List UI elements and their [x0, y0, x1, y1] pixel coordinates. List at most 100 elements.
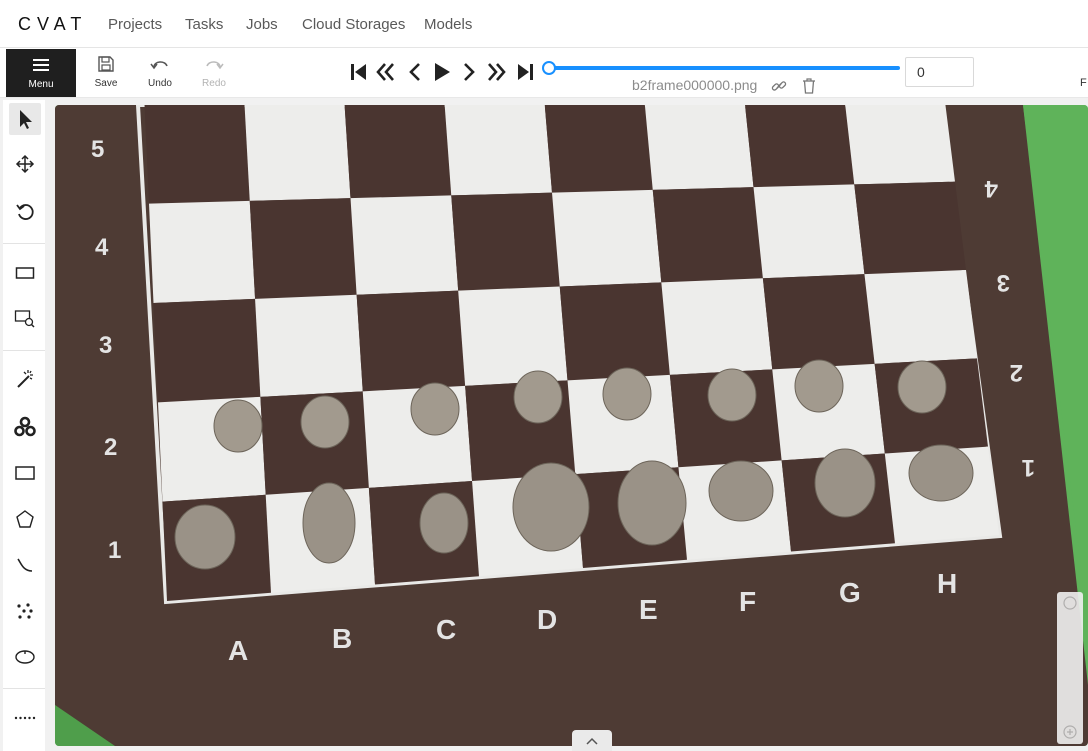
nav-cloud-storages[interactable]: Cloud Storages	[302, 16, 405, 33]
save-label: Save	[94, 78, 118, 89]
board-square	[451, 192, 560, 291]
fit-image-tool[interactable]	[9, 257, 41, 289]
file-label: C	[436, 614, 456, 645]
frame-number-input[interactable]: 0	[905, 57, 974, 87]
board-square	[559, 282, 670, 381]
zoom-in-icon[interactable]	[1063, 725, 1077, 739]
rectangle-tool[interactable]	[9, 457, 41, 489]
file-label: A	[228, 635, 248, 666]
chess-piece	[512, 462, 590, 552]
chess-piece	[707, 368, 757, 422]
zoom-region-tool[interactable]	[9, 303, 41, 335]
cvat-logo[interactable]: CVAT	[18, 12, 86, 36]
board-square	[652, 187, 763, 283]
rank-label: 5	[91, 136, 104, 163]
board-square	[458, 286, 568, 386]
zoom-region-icon	[14, 310, 35, 328]
nav-models[interactable]: Models	[424, 16, 472, 33]
top-navigation: CVAT Projects Tasks Jobs Cloud Storages …	[0, 0, 1088, 48]
first-frame-icon[interactable]	[348, 60, 370, 84]
file-label: F	[739, 586, 756, 617]
cursor-tool[interactable]	[9, 103, 41, 135]
next-frame-icon[interactable]	[458, 60, 480, 84]
chess-piece	[300, 395, 350, 449]
rank-label: 4	[95, 234, 109, 261]
rank-label: 4	[984, 175, 998, 202]
frame-filename: b2frame000000.png	[632, 77, 758, 93]
board-square	[544, 105, 653, 193]
nav-jobs[interactable]: Jobs	[246, 16, 278, 33]
chessboard-image: 5 4 3 2 1 4 3 2 1 A B C D E F G H	[55, 105, 1088, 746]
opencv-icon	[14, 416, 36, 437]
controls-sidebar	[3, 100, 45, 751]
board-square	[356, 290, 466, 392]
rank-label: 2	[104, 434, 117, 461]
board-square	[344, 105, 452, 199]
chess-piece	[302, 482, 356, 564]
save-icon	[98, 56, 114, 72]
play-icon[interactable]	[431, 60, 453, 84]
opencv-tool[interactable]	[9, 411, 41, 443]
forward-step-icon[interactable]	[486, 60, 508, 84]
points-tool[interactable]	[9, 595, 41, 627]
polyline-tool[interactable]	[9, 549, 41, 581]
rotate-tool[interactable]	[9, 196, 41, 228]
more-tools[interactable]	[9, 702, 41, 734]
backward-step-icon[interactable]	[374, 60, 396, 84]
board-square	[350, 195, 459, 295]
redo-label: Redo	[202, 78, 226, 89]
fit-image-icon	[15, 267, 35, 279]
ellipse-icon	[15, 650, 35, 664]
board-square	[845, 105, 955, 185]
board-square	[864, 270, 977, 364]
board-square	[255, 294, 363, 397]
toolbar-divider	[3, 350, 45, 351]
objects-panel-toggle[interactable]	[572, 730, 612, 751]
polygon-tool[interactable]	[9, 503, 41, 535]
move-tool[interactable]	[9, 148, 41, 180]
header-truncated-label: F	[1080, 77, 1087, 89]
nav-projects[interactable]: Projects	[108, 16, 162, 33]
rank-label: 3	[997, 269, 1010, 296]
hamburger-icon	[33, 59, 49, 71]
annotation-canvas[interactable]: 5 4 3 2 1 4 3 2 1 A B C D E F G H	[55, 105, 1088, 746]
rank-label: 1	[1022, 454, 1035, 481]
board-square	[144, 105, 250, 204]
magic-wand-tool[interactable]	[9, 363, 41, 395]
redo-button[interactable]: Redo	[189, 54, 239, 94]
rank-label: 2	[1010, 359, 1023, 386]
board-square	[661, 278, 773, 375]
chess-piece	[174, 504, 236, 570]
polyline-icon	[17, 558, 33, 572]
chess-piece	[410, 382, 460, 436]
redo-icon	[206, 61, 224, 70]
previous-frame-icon[interactable]	[404, 60, 426, 84]
rank-label: 3	[99, 332, 112, 359]
menu-button[interactable]: Menu	[6, 49, 76, 97]
polygon-icon	[16, 510, 34, 528]
cursor-icon	[20, 110, 32, 129]
save-button[interactable]: Save	[81, 54, 131, 94]
board-square	[249, 198, 357, 299]
chess-piece	[513, 370, 563, 424]
zoom-out-icon[interactable]	[1063, 596, 1077, 610]
delete-frame-icon[interactable]	[802, 78, 816, 94]
rotate-icon	[16, 204, 34, 220]
rectangle-icon	[15, 466, 35, 480]
chess-piece	[814, 448, 876, 518]
board-square	[753, 184, 865, 279]
chevron-up-icon	[586, 737, 598, 745]
copy-link-icon[interactable]	[771, 78, 787, 94]
frame-slider-track[interactable]	[549, 66, 900, 70]
board-square	[149, 200, 256, 303]
undo-button[interactable]: Undo	[135, 54, 185, 94]
nav-tasks[interactable]: Tasks	[185, 16, 223, 33]
ellipse-tool[interactable]	[9, 641, 41, 673]
chess-piece	[602, 367, 652, 421]
menu-label: Menu	[28, 79, 54, 90]
frame-slider-handle[interactable]	[542, 61, 556, 75]
last-frame-icon[interactable]	[514, 60, 536, 84]
canvas-zoom-scrollbar[interactable]	[1057, 592, 1083, 744]
toolbar-divider	[3, 688, 45, 689]
undo-label: Undo	[148, 78, 172, 89]
